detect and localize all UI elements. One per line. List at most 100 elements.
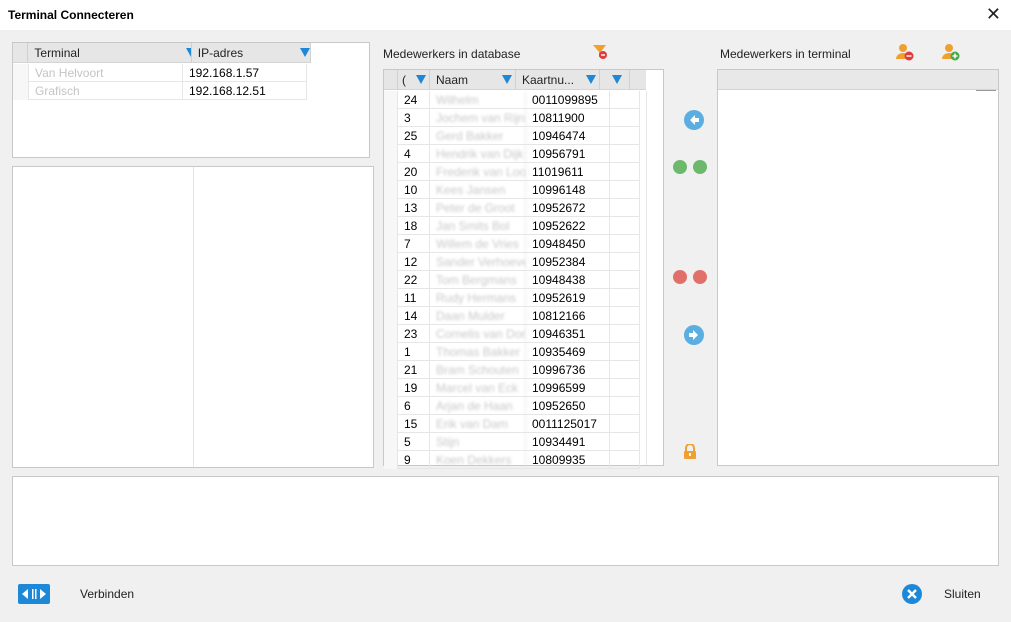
employee-card: 10934491 xyxy=(526,433,610,451)
connect-button[interactable]: Verbinden xyxy=(80,587,134,601)
employee-name: Frederik van Loon xyxy=(430,163,526,181)
table-row[interactable]: 12 Sander Verhoeven 10952384 xyxy=(384,253,640,271)
extra-cell xyxy=(610,199,640,217)
terminal-employees-header xyxy=(718,70,998,90)
table-row[interactable]: 11 Rudy Hermans 10952619 xyxy=(384,289,640,307)
employee-name: Kees Jansen xyxy=(430,181,526,199)
remove-all-button[interactable] xyxy=(673,270,687,284)
column-ip[interactable]: IP-adres xyxy=(192,43,311,63)
table-row[interactable]: 15 Erik van Dam 0011125017 xyxy=(384,415,640,433)
close-icon[interactable]: ✕ xyxy=(986,3,1001,25)
column-terminal[interactable]: Terminal xyxy=(28,43,192,63)
row-handle xyxy=(384,361,398,379)
terminal-employees-grid xyxy=(717,69,999,466)
employee-name: Arjan de Haan xyxy=(430,397,526,415)
terminal-name: Van Helvoort xyxy=(29,64,183,82)
table-row[interactable]: Grafisch 192.168.12.51 xyxy=(13,82,307,100)
row-handle xyxy=(384,109,398,127)
table-row[interactable]: 6 Arjan de Haan 10952650 xyxy=(384,397,640,415)
employee-name: Tom Bergmans xyxy=(430,271,526,289)
table-row[interactable]: 20 Frederik van Loon 11019611 xyxy=(384,163,640,181)
column-extra[interactable] xyxy=(600,70,630,90)
table-row[interactable]: 23 Cornelis van Dorp 10946351 xyxy=(384,325,640,343)
lock-icon[interactable] xyxy=(683,444,697,460)
employee-name: Bram Schouten xyxy=(430,361,526,379)
filter-icon[interactable] xyxy=(299,48,310,57)
table-row[interactable]: 3 Jochem van Rijn 10811900 xyxy=(384,109,640,127)
filter-icon[interactable] xyxy=(612,75,622,84)
table-row[interactable]: 22 Tom Bergmans 10948438 xyxy=(384,271,640,289)
employee-card: 10946474 xyxy=(526,127,610,145)
table-row[interactable]: 13 Peter de Groot 10952672 xyxy=(384,199,640,217)
employee-id: 25 xyxy=(398,127,430,145)
employee-name: Peter de Groot xyxy=(430,199,526,217)
table-row[interactable]: 24 Wilhelm 0011099895 xyxy=(384,91,640,109)
table-row[interactable]: 1 Thomas Bakker 10935469 xyxy=(384,343,640,361)
employee-id: 9 xyxy=(398,451,430,469)
column-name[interactable]: Naam xyxy=(430,70,516,90)
employee-card: 10956791 xyxy=(526,145,610,163)
row-handle xyxy=(384,307,398,325)
employee-card: 10809935 xyxy=(526,451,610,469)
clear-filter-icon[interactable] xyxy=(592,44,608,60)
employee-card: 10812166 xyxy=(526,307,610,325)
table-row[interactable]: 9 Koen Dekkers 10809935 xyxy=(384,451,640,469)
table-row[interactable]: 7 Willem de Vries 10948450 xyxy=(384,235,640,253)
filter-icon[interactable] xyxy=(586,75,596,84)
col-handle xyxy=(13,43,29,63)
table-row[interactable]: 14 Daan Mulder 10812166 xyxy=(384,307,640,325)
extra-cell xyxy=(610,235,640,253)
table-row[interactable]: 10 Kees Jansen 10996148 xyxy=(384,181,640,199)
filter-icon[interactable] xyxy=(502,75,512,84)
divider xyxy=(193,167,194,467)
row-handle xyxy=(384,451,398,469)
details-panel xyxy=(12,166,374,468)
terminal-ip: 192.168.1.57 xyxy=(183,64,307,82)
table-row[interactable]: 21 Bram Schouten 10996736 xyxy=(384,361,640,379)
row-handle xyxy=(384,289,398,307)
add-all-button[interactable] xyxy=(673,160,687,174)
remove-user-icon[interactable] xyxy=(896,43,914,61)
add-user-icon[interactable] xyxy=(942,43,960,61)
extra-cell xyxy=(610,307,640,325)
employee-name: Wilhelm xyxy=(430,91,526,109)
row-handle xyxy=(384,415,398,433)
extra-cell xyxy=(610,109,640,127)
table-row[interactable]: 4 Hendrik van Dijk 10956791 xyxy=(384,145,640,163)
column-id[interactable]: ( xyxy=(398,70,430,90)
employee-name: Cornelis van Dorp xyxy=(430,325,526,343)
extra-cell xyxy=(610,361,640,379)
terminal-ip: 192.168.12.51 xyxy=(183,82,307,100)
extra-cell xyxy=(610,433,640,451)
database-grid-body: 24 Wilhelm 0011099895 3 Jochem van Rijn 10811… xyxy=(384,91,640,469)
row-handle xyxy=(384,433,398,451)
extra-cell xyxy=(610,91,640,109)
table-row[interactable]: Van Helvoort 192.168.1.57 xyxy=(13,64,307,82)
column-terminal-label: Terminal xyxy=(34,46,80,60)
employee-card: 10935469 xyxy=(526,343,610,361)
row-handle xyxy=(384,397,398,415)
move-left-button[interactable] xyxy=(684,110,704,130)
employee-card: 10952622 xyxy=(526,217,610,235)
table-row[interactable]: 19 Marcel van Eck 10996599 xyxy=(384,379,640,397)
table-row[interactable]: 18 Jan Smits Bol 10952622 xyxy=(384,217,640,235)
close-button[interactable]: Sluiten xyxy=(944,587,981,601)
employee-name: Hendrik van Dijk xyxy=(430,145,526,163)
table-row[interactable]: 25 Gerd Bakker 10946474 xyxy=(384,127,640,145)
remove-selected-button[interactable] xyxy=(693,270,707,284)
filter-icon[interactable] xyxy=(416,75,426,84)
table-row[interactable]: 5 Stijn 10934491 xyxy=(384,433,640,451)
move-right-button[interactable] xyxy=(684,325,704,345)
row-handle xyxy=(13,82,29,100)
add-selected-button[interactable] xyxy=(693,160,707,174)
column-ip-label: IP-adres xyxy=(197,46,244,60)
close-circle-icon[interactable] xyxy=(902,584,922,604)
extra-cell xyxy=(610,379,640,397)
terminal-name: Grafisch xyxy=(29,82,183,100)
row-handle xyxy=(384,145,398,163)
row-handle xyxy=(384,379,398,397)
connect-icon[interactable] xyxy=(18,584,50,604)
row-handle xyxy=(384,181,398,199)
extra-cell xyxy=(610,325,640,343)
column-card[interactable]: Kaartnu... xyxy=(516,70,600,90)
